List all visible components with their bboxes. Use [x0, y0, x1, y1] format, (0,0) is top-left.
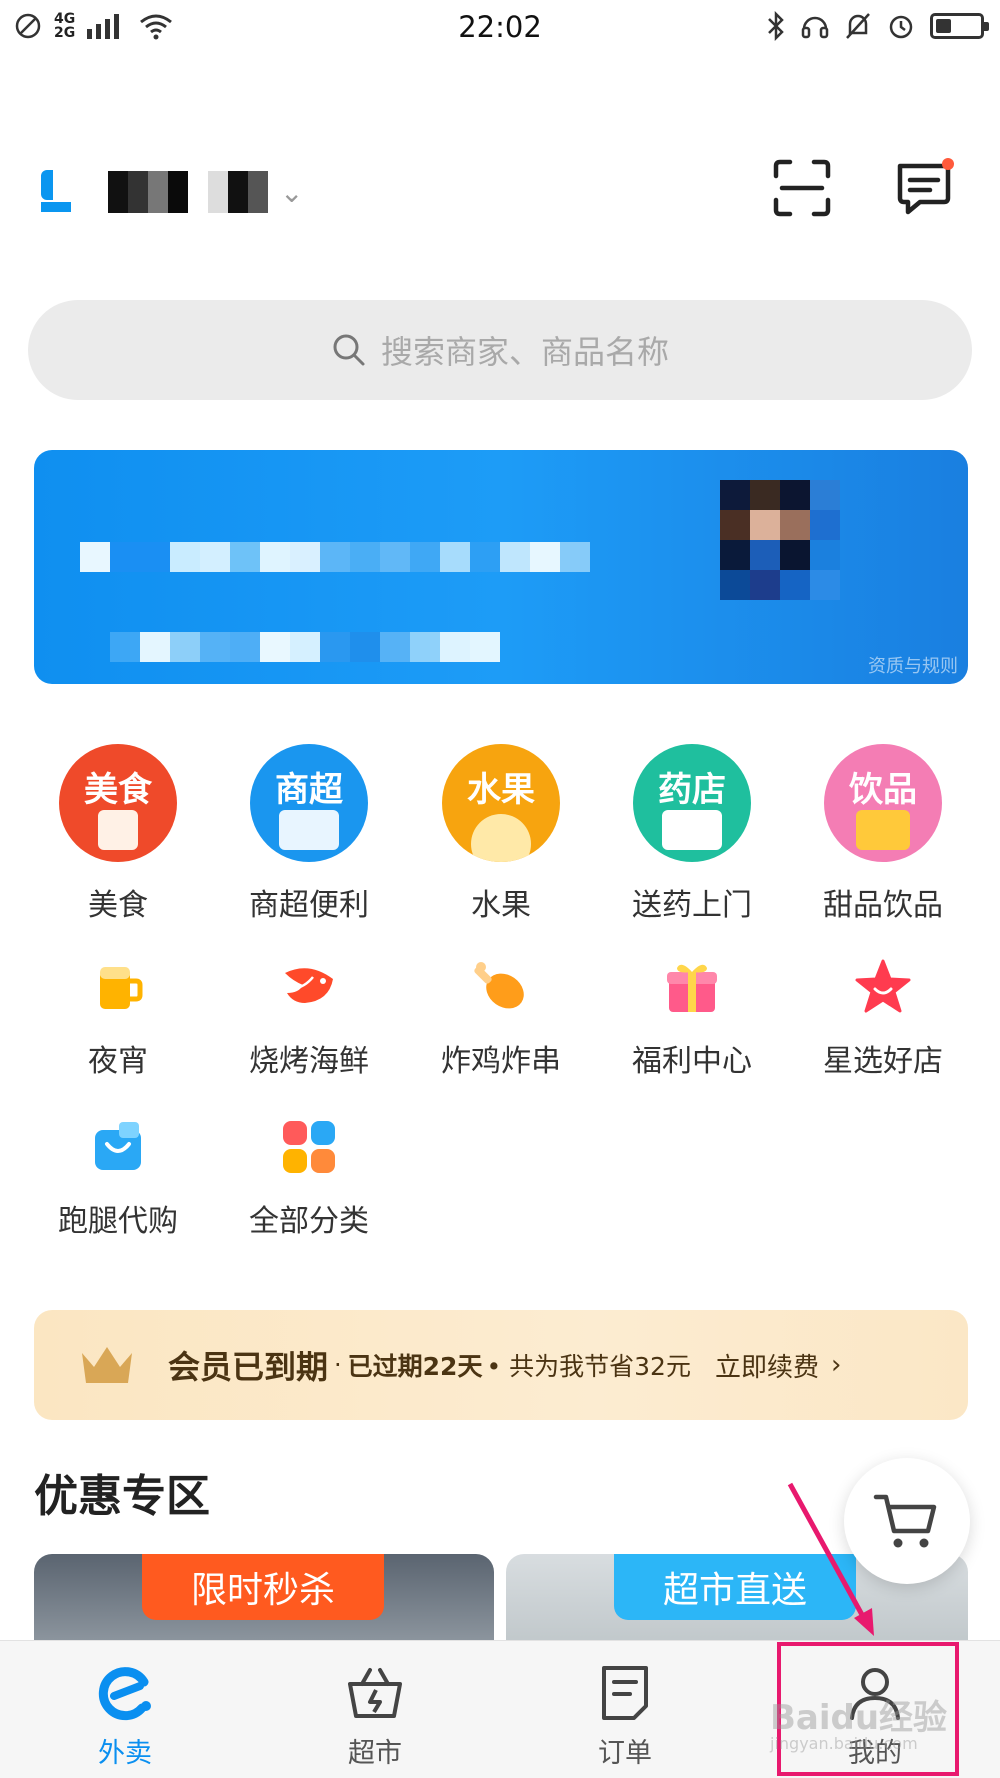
shrimp-icon [285, 968, 333, 1003]
shopping-bag-icon [95, 1122, 141, 1170]
chevron-right-icon: › [830, 1350, 842, 1380]
mute-bell-icon [846, 13, 870, 39]
category-label: 福利中心 [632, 1044, 752, 1079]
category-label: 烧烤海鲜 [249, 1044, 369, 1079]
category-label: 全部分类 [249, 1204, 369, 1239]
tab-supermarket[interactable]: 超市 [250, 1641, 500, 1778]
category-supermarket[interactable]: 商超 商超便利 [244, 744, 374, 924]
battery-icon [930, 13, 989, 39]
bluetooth-icon [768, 11, 784, 41]
basket-icon: 商超 [250, 744, 368, 862]
basket-icon [348, 1668, 402, 1718]
category-featured-shops[interactable]: 星选好店 [808, 956, 958, 1080]
message-icon[interactable] [894, 158, 954, 218]
search-placeholder: 搜索商家、商品名称 [380, 333, 669, 371]
category-drinks[interactable]: 饮品 甜品饮品 [818, 744, 948, 924]
renew-button[interactable]: 立即续费 [715, 1347, 819, 1384]
search-input[interactable]: 搜索商家、商品名称 [28, 300, 972, 400]
category-badge: 水果 [467, 770, 535, 810]
status-right [766, 8, 989, 44]
chevron-down-icon: ⌄ [280, 175, 304, 209]
category-badge: 商超 [275, 770, 343, 810]
tab-orders[interactable]: 订单 [500, 1641, 750, 1778]
category-label: 甜品饮品 [823, 888, 943, 923]
star-icon [855, 959, 911, 1013]
scan-icon[interactable] [772, 158, 832, 218]
section-title: 优惠专区 [34, 1471, 210, 1522]
eleme-logo-icon [98, 1667, 151, 1721]
order-icon [602, 1666, 648, 1720]
category-label: 炸鸡炸串 [441, 1044, 561, 1079]
category-label: 商超便利 [249, 888, 369, 923]
tab-label: 超市 [348, 1738, 402, 1769]
food-icon: 美食 [59, 744, 177, 862]
location-selector[interactable]: ⌄ [36, 166, 303, 218]
medicine-box-icon: 药店 [633, 744, 751, 862]
drink-cup-icon: 饮品 [824, 744, 942, 862]
alarm-icon [889, 15, 913, 39]
membership-expired-days: 已过期22天 [347, 1352, 483, 1381]
category-badge: 美食 [84, 770, 152, 810]
category-bbq-seafood[interactable]: 烧烤海鲜 [234, 956, 384, 1080]
battery-level [936, 19, 951, 33]
banner-text-redacted [80, 542, 590, 572]
address-redacted [108, 171, 268, 213]
category-label: 水果 [471, 888, 531, 923]
category-all[interactable]: 全部分类 [234, 1116, 384, 1240]
cart-button[interactable] [844, 1458, 970, 1584]
banner-person-redacted [720, 480, 840, 600]
crown-icon [82, 1347, 132, 1383]
banner-rule-label[interactable]: 资质与规则 [868, 652, 958, 678]
banner-subtext-redacted [110, 632, 500, 662]
headset-icon [801, 16, 829, 39]
membership-savings: • 共为我节省32元 [486, 1352, 691, 1381]
cart-icon [873, 1494, 937, 1548]
watermark-url: jingyan.baidu.com [770, 1734, 918, 1753]
promo-tag: 超市直送 [614, 1554, 856, 1620]
drumstick-icon [474, 962, 524, 1009]
promo-tag: 限时秒杀 [142, 1554, 384, 1620]
category-badge: 饮品 [849, 770, 917, 810]
category-errand[interactable]: 跑腿代购 [43, 1116, 193, 1240]
membership-status: 会员已到期 [168, 1348, 329, 1386]
gift-icon [667, 964, 717, 1012]
tab-label: 外卖 [98, 1738, 152, 1769]
fruit-icon: 水果 [442, 744, 560, 862]
membership-banner[interactable]: 会员已到期 · 已过期22天 • 共为我节省32元 立即续费 › [34, 1310, 968, 1420]
category-label: 美食 [88, 888, 148, 923]
category-badge: 药店 [658, 770, 726, 810]
watermark: Baidu经验 [770, 1698, 948, 1738]
category-fruit[interactable]: 水果 水果 [436, 744, 566, 924]
category-label: 跑腿代购 [58, 1204, 178, 1239]
category-late-night[interactable]: 夜宵 [43, 956, 193, 1080]
membership-separator: · [334, 1351, 342, 1379]
grid-icon [283, 1121, 335, 1173]
category-welfare-center[interactable]: 福利中心 [617, 956, 767, 1080]
category-pharmacy[interactable]: 药店 送药上门 [627, 744, 757, 924]
category-food[interactable]: 美食 美食 [53, 744, 183, 924]
unread-dot [942, 158, 954, 170]
location-logo-icon [36, 166, 78, 218]
category-label: 送药上门 [632, 888, 752, 923]
promo-banner[interactable]: 资质与规则 [34, 450, 968, 684]
category-label: 星选好店 [823, 1044, 943, 1079]
status-bar: 4G 2G 22:02 [0, 0, 1000, 52]
beer-icon [100, 967, 143, 1009]
tab-label: 订单 [598, 1738, 652, 1769]
tab-takeout[interactable]: 外卖 [0, 1641, 250, 1778]
category-label: 夜宵 [88, 1044, 148, 1079]
category-fried-chicken[interactable]: 炸鸡炸串 [426, 956, 576, 1080]
search-icon [333, 334, 365, 366]
